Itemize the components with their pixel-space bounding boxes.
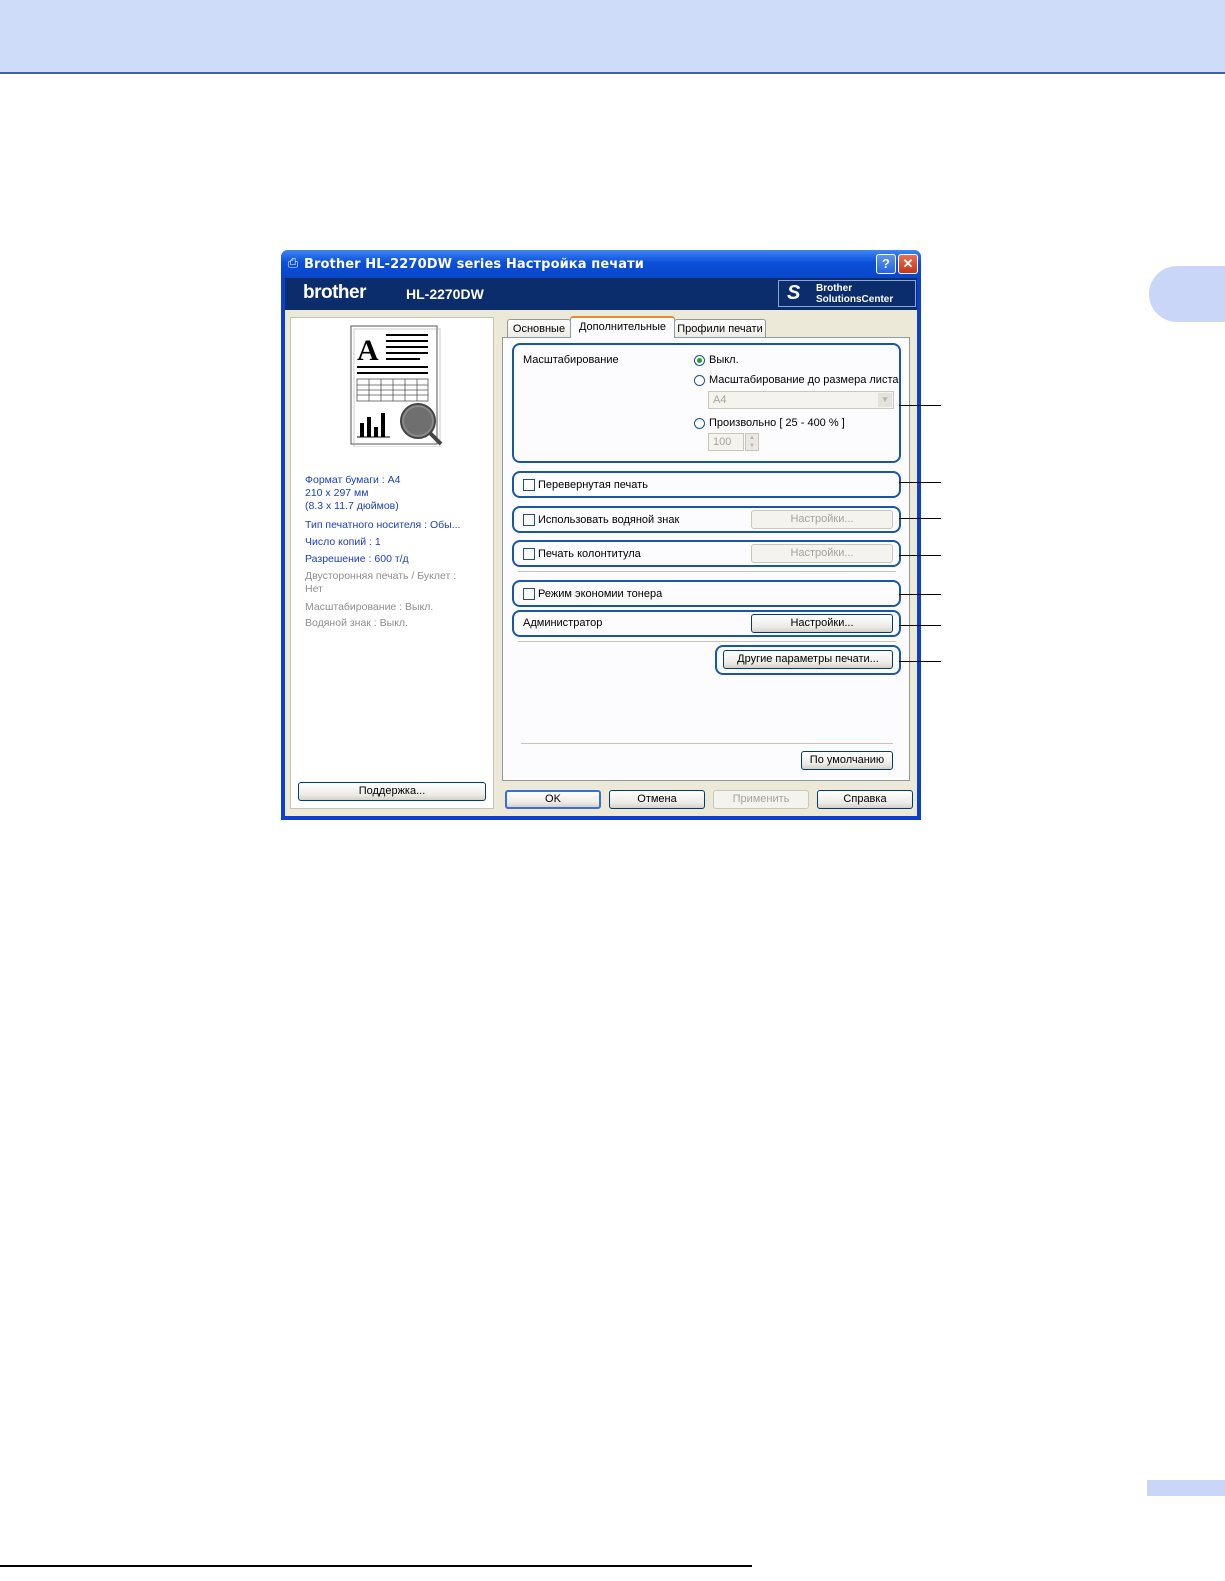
settings-summary-panel: A Формат бумаги: A4 210 x 297 мм (8.3 x… <box>290 317 494 809</box>
solutions-label-line2: SolutionsCenter <box>816 294 894 305</box>
ok-button[interactable]: OK <box>505 790 601 809</box>
reverse-print-checkbox[interactable] <box>523 479 535 491</box>
chapter-tab-marker <box>1149 266 1225 322</box>
separator-line <box>518 641 896 642</box>
separator-line <box>518 571 896 572</box>
free-percent-input[interactable]: 100 <box>708 433 744 451</box>
apply-button[interactable]: Применить <box>713 790 809 809</box>
scaling-label: Масштабирование <box>523 354 619 366</box>
callout-line-reverse <box>899 482 941 483</box>
summary-resolution: Разрешение : 600 т/д <box>305 553 409 565</box>
solutions-s-icon: S <box>787 282 801 304</box>
advanced-tab-page: Масштабирование Выкл. Масштабирование до… <box>502 337 910 781</box>
brand-bar: brother HL-2270DW S Brother SolutionsCen… <box>285 278 917 310</box>
reverse-print-label[interactable]: Перевернутая печать <box>538 479 648 491</box>
printer-icon: ⎙ <box>287 255 299 270</box>
scaling-fit-radio[interactable] <box>694 375 705 386</box>
scaling-free-radio[interactable] <box>694 418 705 429</box>
tab-control: Основные Дополнительные Профили печати М… <box>502 310 917 790</box>
watermark-label[interactable]: Использовать водяной знак <box>538 514 679 526</box>
summary-media-type: Тип печатного носителя : Обы... <box>305 519 461 531</box>
summary-scaling: Масштабирование : Выкл. <box>305 601 434 613</box>
scaling-fit-label[interactable]: Масштабирование до размера листа <box>709 374 899 386</box>
help-icon[interactable]: ? <box>876 254 896 274</box>
summary-duplex: Двусторонняя печать / Буклет : <box>305 570 457 582</box>
administrator-label: Администратор <box>523 617 603 629</box>
dialog-client-area: A Формат бумаги: A4 210 x 297 мм (8.3 x… <box>285 310 917 816</box>
scaling-free-label[interactable]: Произвольно [ 25 - 400 % ] <box>709 417 845 429</box>
summary-paper-size: Формат бумаги : A4 <box>305 474 401 486</box>
summary-paper-inch: (8.3 x 11.7 дюймов) <box>305 500 399 512</box>
watermark-checkbox[interactable] <box>523 514 535 526</box>
percent-spin-icon[interactable]: ▲ ▼ <box>745 433 759 451</box>
toner-save-label[interactable]: Режим экономии тонера <box>538 588 662 600</box>
title-bar[interactable]: ⎙ Brother HL-2270DW series Настройка печ… <box>281 250 921 278</box>
callout-line-admin <box>899 625 941 626</box>
print-settings-dialog: ⎙ Brother HL-2270DW series Настройка печ… <box>281 250 921 820</box>
solutions-label-line1: Brother <box>816 283 853 294</box>
preview-letter: A <box>357 334 379 367</box>
toner-save-checkbox[interactable] <box>523 588 535 600</box>
free-percent-value: 100 <box>713 436 732 448</box>
scaling-off-label[interactable]: Выкл. <box>709 354 739 366</box>
tab-basic[interactable]: Основные <box>507 319 571 337</box>
header-footer-settings-button[interactable]: Настройки... <box>751 544 893 563</box>
solutions-center-button[interactable]: S Brother SolutionsCenter <box>778 280 916 307</box>
fit-paper-size-value: A4 <box>713 394 727 406</box>
chevron-down-icon[interactable]: ▼ <box>878 393 892 407</box>
window-title: Brother HL-2270DW series Настройка печат… <box>304 257 644 272</box>
close-icon[interactable]: ✕ <box>898 254 918 274</box>
summary-duplex-value: Нет <box>305 583 323 595</box>
restore-defaults-button[interactable]: По умолчанию <box>801 751 893 770</box>
administrator-settings-button[interactable]: Настройки... <box>751 614 893 633</box>
summary-watermark: Водяной знак : Выкл. <box>305 617 408 629</box>
other-print-options-button[interactable]: Другие параметры печати... <box>723 650 893 669</box>
tab-print-profiles[interactable]: Профили печати <box>674 319 766 337</box>
callout-line-scaling <box>899 405 941 406</box>
cancel-button[interactable]: Отмена <box>609 790 705 809</box>
fit-paper-size-select[interactable]: A4 ▼ <box>708 391 894 409</box>
scaling-off-radio[interactable] <box>694 355 705 366</box>
footer-rule <box>0 1565 752 1567</box>
page-preview-image: A <box>350 325 443 447</box>
callout-line-toner <box>899 594 941 595</box>
watermark-settings-button[interactable]: Настройки... <box>751 510 893 529</box>
document-header-band <box>0 0 1225 74</box>
help-button[interactable]: Справка <box>817 790 913 809</box>
model-name: HL-2270DW <box>406 286 484 302</box>
callout-line-watermark <box>899 518 941 519</box>
summary-copies: Число копий : 1 <box>305 536 381 548</box>
page-number-tab <box>1147 1480 1225 1496</box>
support-button[interactable]: Поддержка... <box>298 782 486 801</box>
callout-line-other <box>899 661 941 662</box>
separator-line <box>521 743 893 744</box>
summary-paper-mm: 210 x 297 мм <box>305 487 369 499</box>
tab-advanced[interactable]: Дополнительные <box>570 316 675 338</box>
header-footer-checkbox[interactable] <box>523 548 535 560</box>
header-footer-label[interactable]: Печать колонтитула <box>538 548 641 560</box>
callout-line-header-footer <box>899 555 941 556</box>
brother-logo: brother <box>303 282 367 303</box>
